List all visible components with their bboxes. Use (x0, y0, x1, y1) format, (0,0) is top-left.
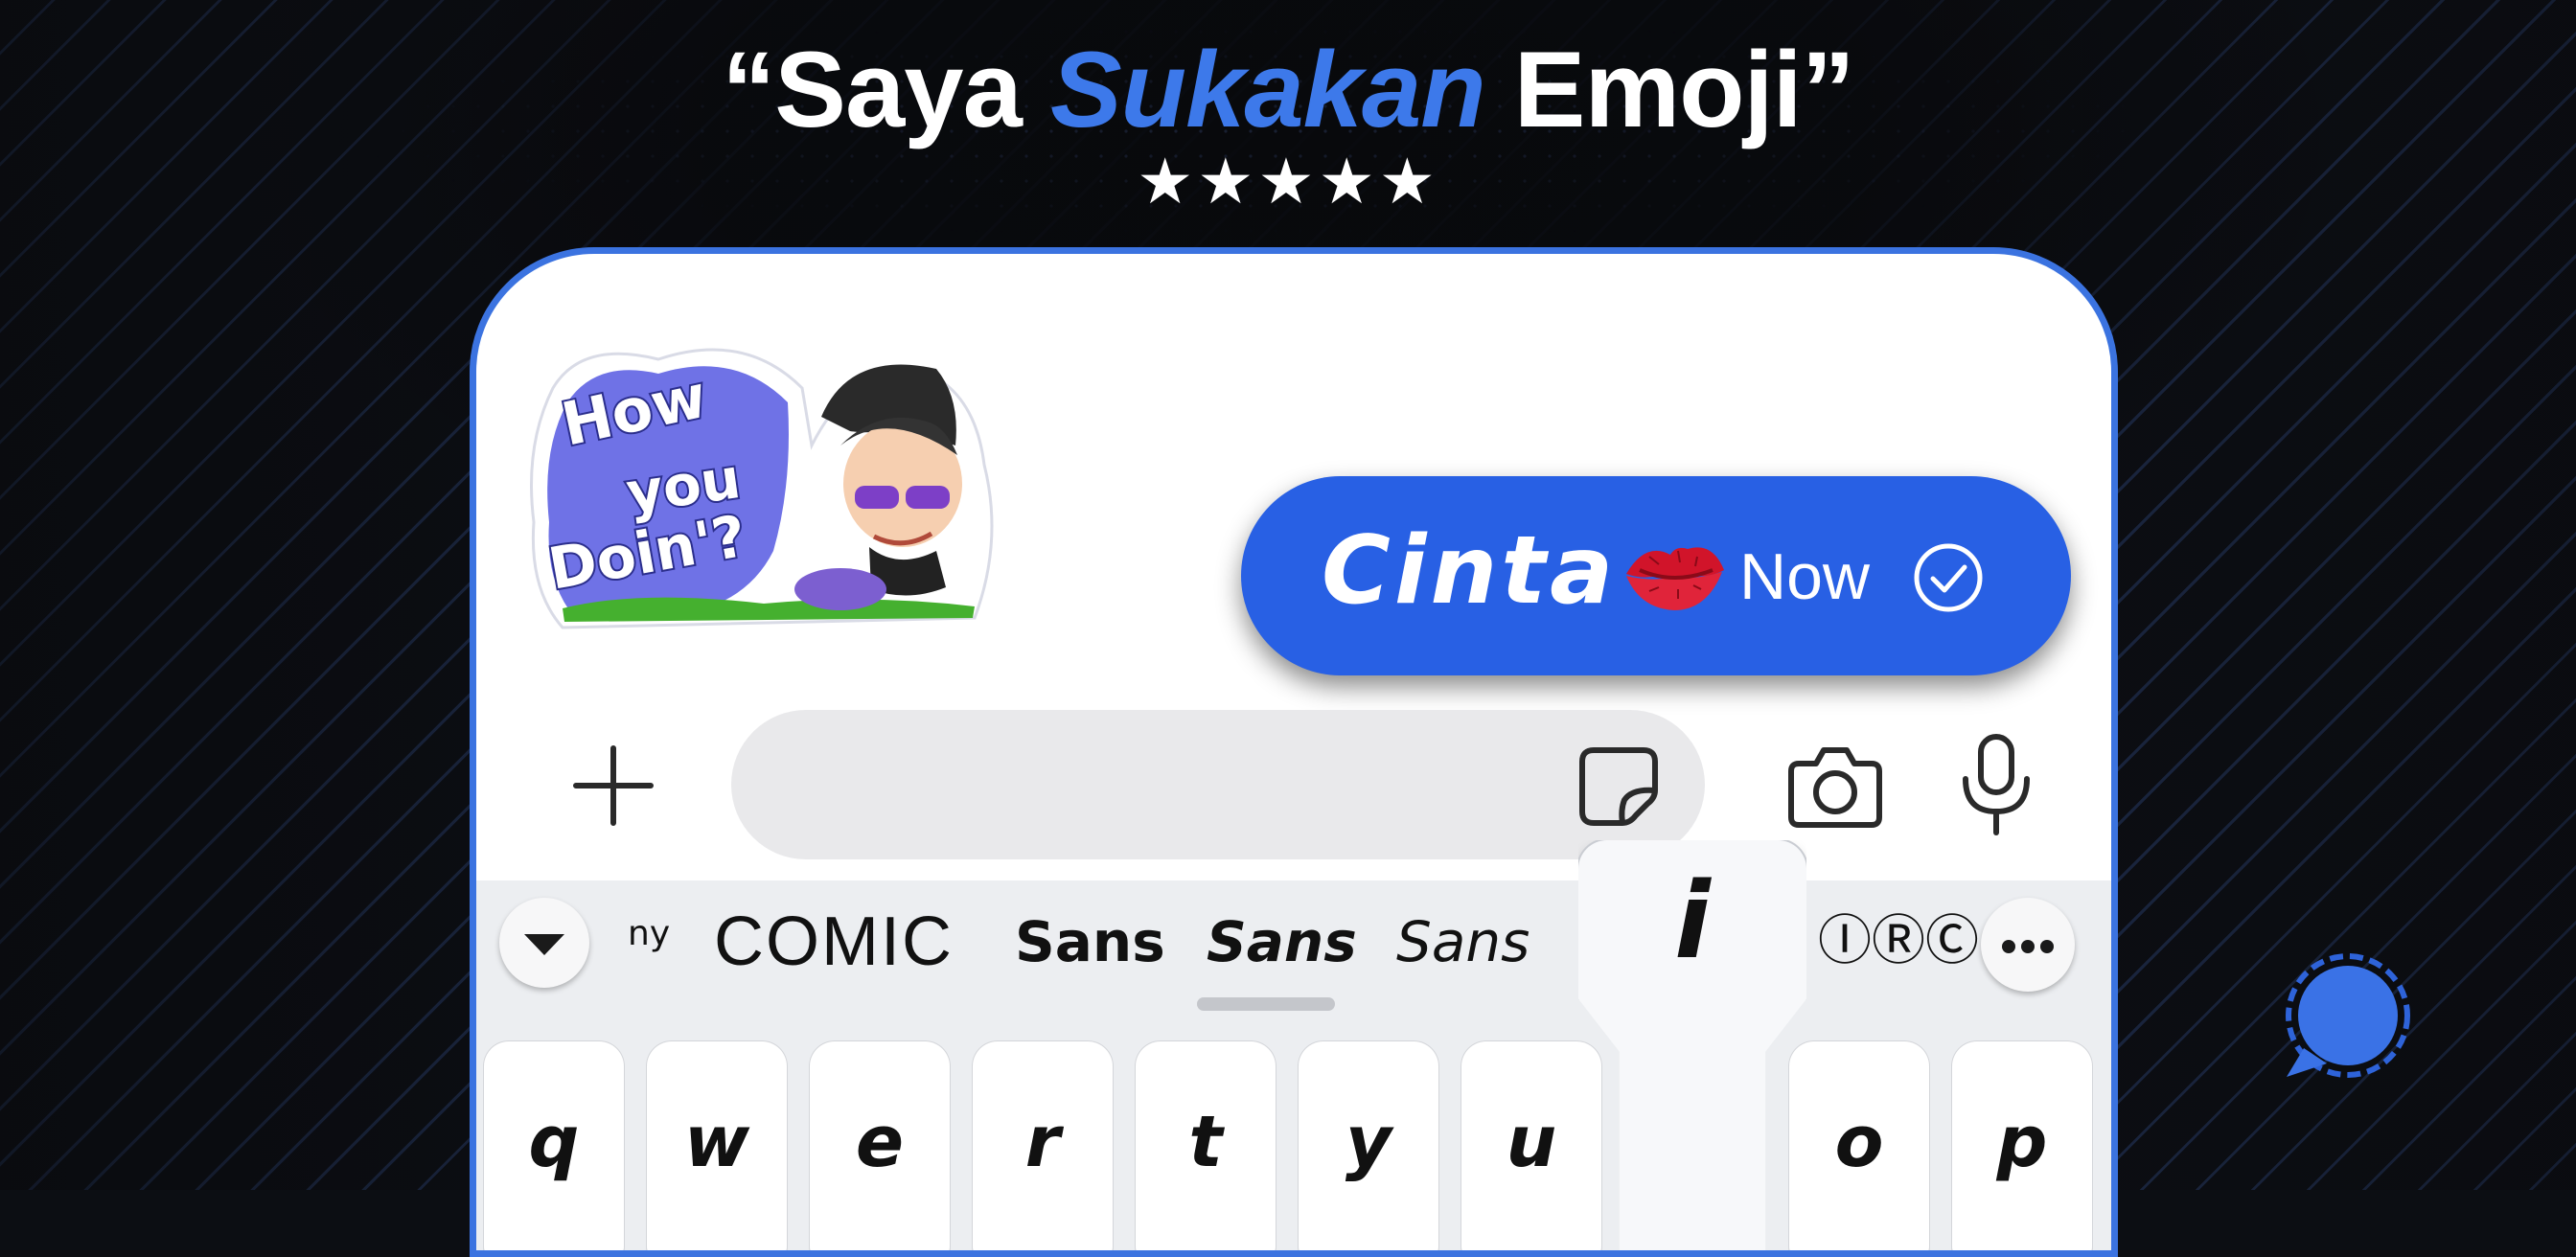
font-option-tiny[interactable]: ny (628, 896, 670, 972)
sticker-icon[interactable] (1575, 743, 1663, 831)
message-text: Cinta (1322, 516, 1618, 626)
headline-open-quote: “ (722, 30, 775, 149)
message-input[interactable] (731, 710, 1705, 859)
key-o[interactable]: o (1789, 1041, 1929, 1250)
keyboard: ny COMIC Sans Sans Sans S ⒾⓇⒸ q w e r t … (476, 880, 2111, 1250)
rating-stars: ★★★★★ (1137, 145, 1439, 218)
key-t[interactable]: t (1136, 1041, 1276, 1250)
key-w[interactable]: w (647, 1041, 787, 1250)
camera-icon[interactable] (1785, 743, 1885, 831)
selected-font-indicator (1197, 997, 1335, 1011)
font-style-bar: ny COMIC Sans Sans Sans S ⒾⓇⒸ (476, 880, 2111, 1024)
key-r[interactable]: r (973, 1041, 1113, 1250)
delivered-check-icon (1914, 543, 1983, 612)
font-option-circled[interactable]: ⒾⓇⒸ (1818, 903, 1979, 980)
phone-frame: How you Doin'? Cinta Now ny COMIC Sans S… (470, 247, 2118, 1257)
how-you-doin-sticker[interactable]: How you Doin'? (524, 331, 1003, 637)
more-options-button[interactable] (1981, 898, 2075, 992)
font-option-sans-bold-italic[interactable]: Sans (1207, 903, 1357, 980)
key-u[interactable]: u (1461, 1041, 1601, 1250)
outgoing-message-bubble[interactable]: Cinta Now (1241, 476, 2071, 675)
key-i-label: i (1674, 859, 1711, 982)
font-option-comic[interactable]: COMIC (714, 903, 954, 980)
add-attachment-button[interactable] (570, 743, 656, 829)
chat-bubble-logo-icon (2286, 953, 2410, 1078)
headline-accent: Sukakan (1049, 30, 1486, 149)
key-q[interactable]: q (484, 1041, 624, 1250)
font-option-sans-italic[interactable]: Sans (1396, 903, 1530, 980)
key-p[interactable]: p (1952, 1041, 2092, 1250)
headline-text-after: Emoji (1484, 30, 1803, 149)
headline-text-before: Saya (774, 30, 1050, 149)
key-y[interactable]: y (1299, 1041, 1438, 1250)
message-status-time: Now (1739, 540, 1871, 613)
microphone-icon[interactable] (1958, 733, 2035, 836)
font-option-sans-bold[interactable]: Sans (1015, 903, 1165, 980)
headline-close-quote: ” (1801, 30, 1855, 149)
message-text-field[interactable] (731, 710, 1705, 859)
key-e[interactable]: e (810, 1041, 950, 1250)
headline: “Saya Sukakan Emoji” (0, 33, 2576, 148)
kiss-lips-emoji (1626, 547, 1724, 610)
font-dropdown-button[interactable] (499, 898, 589, 988)
